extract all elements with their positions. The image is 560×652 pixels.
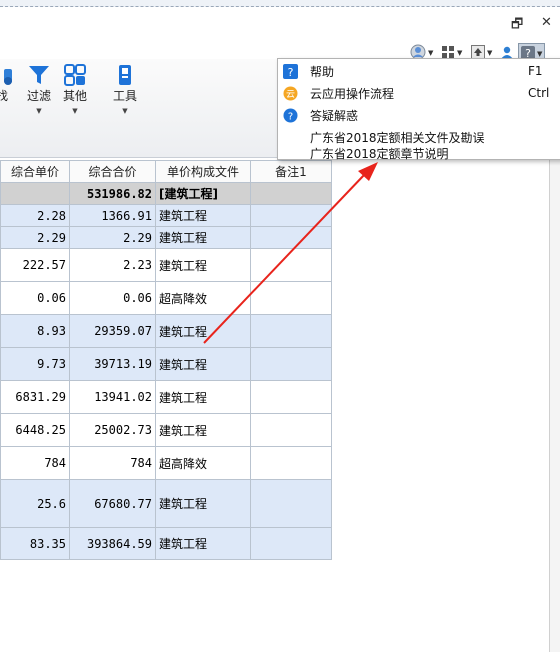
annotation-arrow: [203, 162, 378, 344]
